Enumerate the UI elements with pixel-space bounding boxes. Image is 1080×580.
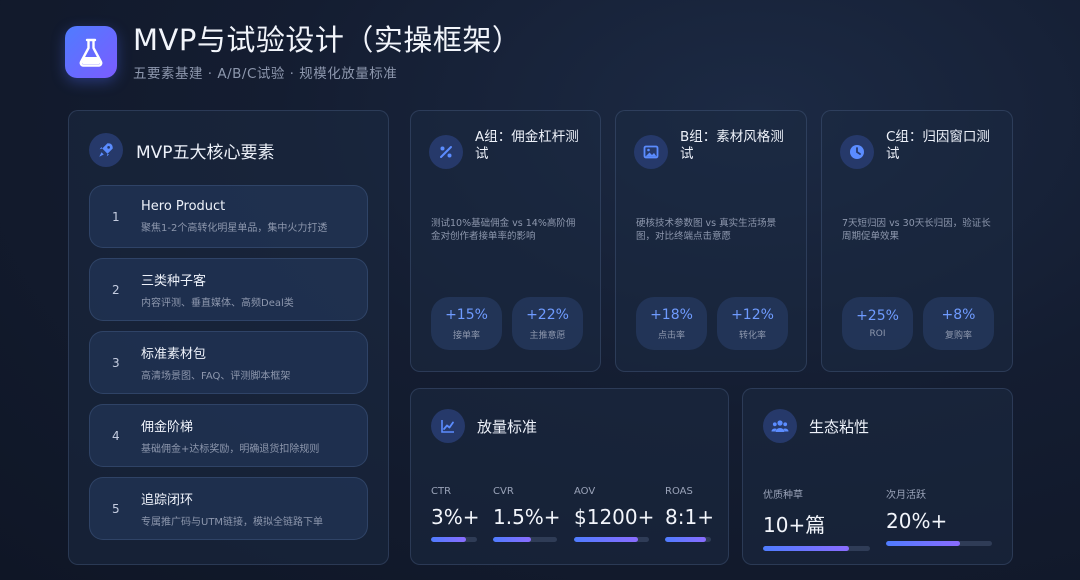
panel-title: MVP五大核心要素	[136, 142, 275, 163]
metric-label: 转化率	[738, 330, 766, 341]
kpi-value: 10+篇	[763, 513, 826, 537]
kpi-bar	[665, 537, 711, 542]
kpi-value: 3%+	[431, 505, 480, 529]
item-title: 追踪闭环	[141, 493, 194, 508]
image-icon	[634, 135, 668, 169]
test-desc: 测试10%基础佣金 vs 14%高阶佣金对创作者接单率的影响	[431, 218, 576, 242]
metric-pill: +12% 转化率	[717, 297, 788, 350]
metric-pill: +22% 主推意愿	[512, 297, 583, 350]
kpi-label: ROAS	[665, 486, 693, 497]
item-desc: 聚焦1-2个高转化明星单品，集中火力打透	[141, 223, 328, 234]
list-item[interactable]: 4 佣金阶梯 基础佣金+达标奖励，明确退货扣除规则	[89, 404, 368, 467]
list-item[interactable]: 5 追踪闭环 专属推广码与UTM链接，模拟全链路下单	[89, 477, 368, 540]
list-item[interactable]: 3 标准素材包 高清场景图、FAQ、评测脚本框架	[89, 331, 368, 394]
kpi-value: 1.5%+	[493, 505, 561, 529]
metric-label: 复购率	[944, 330, 972, 341]
metric-value: +22%	[526, 306, 569, 323]
kpi-value: $1200+	[574, 505, 655, 529]
list-item[interactable]: 2 三类种子客 内容评测、垂直媒体、高频Deal类	[89, 258, 368, 321]
kpi-bar	[574, 537, 649, 542]
list-item[interactable]: 1 Hero Product 聚焦1-2个高转化明星单品，集中火力打透	[89, 185, 368, 248]
mvp-elements-panel: MVP五大核心要素 1 Hero Product 聚焦1-2个高转化明星单品，集…	[68, 110, 389, 565]
metric-pill: +25% ROI	[842, 297, 913, 350]
item-number: 1	[112, 209, 120, 224]
item-number: 4	[112, 428, 120, 443]
item-desc: 基础佣金+达标奖励，明确退货扣除规则	[141, 444, 320, 455]
metric-label: 接单率	[452, 330, 480, 341]
kpi-bar-fill	[574, 537, 638, 542]
item-number: 5	[112, 501, 120, 516]
test-title: A组：佣金杠杆测试	[475, 129, 579, 162]
kpi-bar-fill	[886, 541, 961, 546]
item-number: 2	[112, 282, 120, 297]
kpi-label: CVR	[493, 486, 514, 497]
metric-pill: +8% 复购率	[923, 297, 994, 350]
kpi-bar-fill	[493, 537, 532, 542]
kpi: 优质种草 10+篇	[763, 486, 886, 551]
metric-value: +12%	[731, 306, 774, 323]
kpi-bar-fill	[665, 537, 707, 542]
metric-pill: +18% 点击率	[636, 297, 707, 350]
test-desc: 7天短归因 vs 30天长归因，验证长周期促单效果	[842, 218, 991, 242]
page-title: MVP与试验设计（实操框架）	[133, 23, 522, 57]
item-desc: 内容评测、垂直媒体、高频Deal类	[141, 298, 294, 309]
page-header: MVP与试验设计（实操框架） 五要素基建 · A/B/C试验 · 规模化放量标准	[65, 22, 521, 82]
metric-value: +15%	[445, 306, 488, 323]
percent-icon	[429, 135, 463, 169]
item-title: 佣金阶梯	[141, 420, 194, 435]
test-card-b[interactable]: B组：素材风格测试 硬核技术参数图 vs 真实生活场景图，对比终端点击意愿 +1…	[615, 110, 807, 372]
metric-value: +8%	[941, 306, 976, 323]
kpi: CVR 1.5%+	[493, 486, 574, 542]
kpi-bar	[431, 537, 477, 542]
test-card-a[interactable]: A组：佣金杠杆测试 测试10%基础佣金 vs 14%高阶佣金对创作者接单率的影响…	[410, 110, 601, 372]
kpi: CTR 3%+	[431, 486, 493, 542]
page-subtitle: 五要素基建 · A/B/C试验 · 规模化放量标准	[133, 66, 398, 82]
test-title: B组：素材风格测试	[680, 129, 784, 162]
kpi-value: 8:1+	[665, 505, 714, 529]
item-desc: 专属推广码与UTM链接，模拟全链路下单	[141, 517, 324, 528]
scale-standard-card: 放量标准 CTR 3%+ CVR 1.5%+ AOV $1200+ ROAS 8…	[410, 388, 729, 565]
rocket-icon	[89, 133, 123, 167]
metric-label: 点击率	[657, 330, 685, 341]
item-number: 3	[112, 355, 120, 370]
kpi-bar-fill	[431, 537, 466, 542]
item-title: 三类种子客	[141, 274, 207, 289]
kpi-bar	[763, 546, 870, 551]
kpi: ROAS 8:1+	[665, 486, 715, 542]
kpi-label: 次月活跃	[886, 490, 926, 501]
item-desc: 高清场景图、FAQ、评测脚本框架	[141, 371, 291, 382]
ecosystem-card: 生态粘性 优质种草 10+篇 次月活跃 20%+	[742, 388, 1013, 565]
kpi-bar	[493, 537, 557, 542]
kpi-label: AOV	[574, 486, 596, 497]
test-card-c[interactable]: C组：归因窗口测试 7天短归因 vs 30天长归因，验证长周期促单效果 +25%…	[821, 110, 1013, 372]
test-title: C组：归因窗口测试	[886, 129, 990, 162]
card-title: 放量标准	[477, 417, 538, 436]
line-chart-icon	[431, 409, 465, 443]
metric-value: +18%	[650, 306, 693, 323]
kpi: AOV $1200+	[574, 486, 665, 542]
kpi-label: CTR	[431, 486, 452, 497]
kpi-bar-fill	[763, 546, 849, 551]
card-title: 生态粘性	[809, 417, 870, 436]
clock-icon	[840, 135, 874, 169]
users-icon	[763, 409, 797, 443]
kpi-label: 优质种草	[763, 490, 803, 501]
metric-label: 主推意愿	[529, 330, 566, 341]
item-title: Hero Product	[141, 199, 226, 214]
metric-pill: +15% 接单率	[431, 297, 502, 350]
metric-label: ROI	[869, 329, 886, 339]
kpi-bar	[886, 541, 992, 546]
kpi-value: 20%+	[886, 509, 948, 533]
kpi: 次月活跃 20%+	[886, 486, 996, 551]
flask-icon	[65, 26, 117, 78]
item-title: 标准素材包	[141, 347, 207, 362]
elements-list: 1 Hero Product 聚焦1-2个高转化明星单品，集中火力打透 2 三类…	[89, 185, 368, 540]
test-desc: 硬核技术参数图 vs 真实生活场景图，对比终端点击意愿	[636, 218, 777, 242]
metric-value: +25%	[856, 308, 899, 324]
